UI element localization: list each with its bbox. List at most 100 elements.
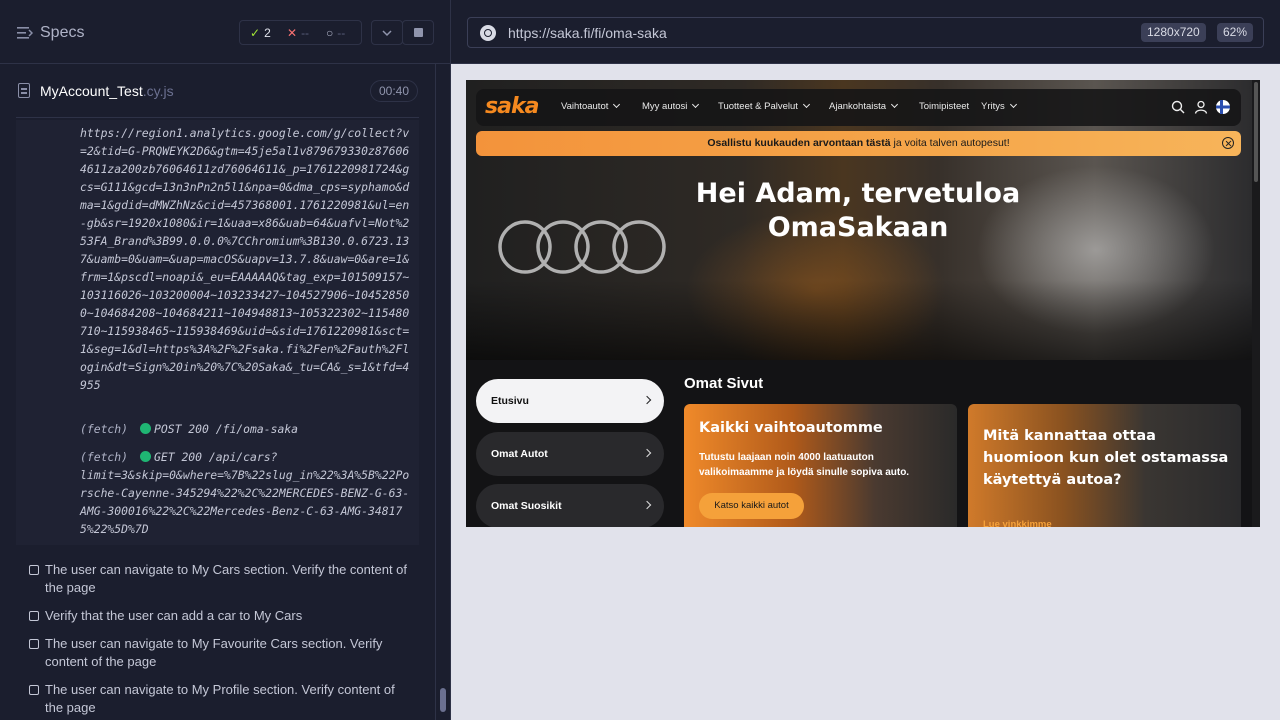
specs-header: Specs ✓ 2 ✕ -- ○ -- [0,0,450,64]
preview-topbar: https://saka.fi/fi/oma-saka 1280x720 62% [451,0,1280,64]
spec-file-ext: .cy.js [142,83,174,99]
document-icon [18,83,30,98]
collapse-button[interactable] [371,20,403,45]
failed-value: -- [301,26,310,40]
runner-scrollbar[interactable] [435,64,450,720]
website-frame: Hei Adam, tervetuloa OmaSakaan saka Vaiht… [466,80,1260,527]
preview-panel: https://saka.fi/fi/oma-saka 1280x720 62%… [451,0,1280,720]
nav-label: Ajankohtaista [829,101,887,112]
log-fetch-query: limit=3&skip=0&where=%7B%22slug_in%22%3A… [80,468,410,536]
nav-label: Toimipisteet [919,101,970,112]
globe-icon [480,25,496,41]
cross-icon: ✕ [287,26,298,40]
stop-icon [414,28,423,37]
site-scrollbar[interactable] [1252,80,1260,527]
site-navbar: saka Vaihtoautot Myy autosi Tuotteet & P… [476,89,1241,126]
nav-vaihtoautot[interactable]: Vaihtoautot [561,100,621,112]
test-item[interactable]: Verify that the user can add a car to My… [29,607,409,625]
pending-value: -- [337,26,346,40]
card-title: Kaikki vaihtoautomme [699,420,883,436]
log-fetch-label: (fetch) [80,450,129,464]
passed-count: ✓ 2 [250,26,271,40]
chevron-down-icon [692,100,700,109]
nav-toimipisteet[interactable]: Toimipisteet [919,101,969,112]
nav-ajankohtaista[interactable]: Ajankohtaista [829,100,899,112]
spec-duration: 00:40 [370,80,418,102]
site-scrollbar-thumb[interactable] [1254,82,1258,182]
log-fetch-post[interactable]: (fetch) POST 200 /fi/oma-saka [80,420,298,438]
sidebar-item-label: Etusivu [491,395,529,407]
checkbox-icon [29,639,39,649]
promo-banner-link[interactable]: Osallistu kuukauden arvontaan tästä [707,137,890,149]
hero-title-line1: Hei Adam, tervetuloa [695,178,1021,209]
runner-panel: Specs ✓ 2 ✕ -- ○ -- MyAccount_Test.cy.js 00… [0,0,451,720]
card-description: Tutustu laajaan noin 4000 laatuauton val… [699,452,910,478]
failed-count: ✕ -- [287,26,309,40]
chevron-right-icon [642,395,652,405]
test-title: The user can navigate to My Favourite Ca… [45,636,383,669]
card-title: Mitä kannattaa ottaa huomioon kun olet o… [983,428,1229,488]
url-bar[interactable]: https://saka.fi/fi/oma-saka 1280x720 62% [467,17,1264,48]
spec-file-basename: MyAccount_Test [40,83,143,99]
promo-banner-rest: ja voita talven autopesut! [890,137,1010,149]
nav-label: Tuotteet & Palvelut [718,101,798,112]
sidebar-item-etusivu[interactable]: Etusivu [476,379,664,423]
viewport-size-badge[interactable]: 1280x720 [1141,23,1206,42]
finnish-flag-icon[interactable] [1216,100,1230,114]
view-all-cars-button[interactable]: Katso kaikki autot [699,493,804,519]
hero-title: Hei Adam, tervetuloa OmaSakaan [686,177,1030,245]
spec-file-row[interactable]: MyAccount_Test.cy.js 00:40 [16,66,419,118]
user-icon[interactable] [1194,100,1208,114]
chevron-down-icon [382,30,392,37]
saka-logo[interactable]: saka [485,94,539,120]
stop-button[interactable] [402,20,434,45]
read-tips-link[interactable]: Lue vinkkimme [983,519,1052,527]
zoom-badge[interactable]: 62% [1217,23,1254,42]
pending-count: ○ -- [326,26,345,40]
nav-label: Myy autosi [642,101,688,112]
search-icon[interactable] [1171,100,1185,114]
sidebar-item-omat-autot[interactable]: Omat Autot [476,432,664,476]
specs-list-icon[interactable] [17,26,33,40]
spec-file-name: MyAccount_Test.cy.js [40,83,174,99]
status-dot-icon [140,451,152,462]
nav-tuotteet-palvelut[interactable]: Tuotteet & Palvelut [718,100,810,112]
checkbox-icon [29,611,39,621]
command-log: https://region1.analytics.google.com/g/c… [16,120,419,545]
car-logo-image [498,220,666,274]
log-fetch-text: POST 200 /fi/oma-saka [154,422,299,436]
promo-banner[interactable]: Osallistu kuukauden arvontaan tästä ja v… [476,131,1241,156]
test-title: Verify that the user can add a car to My… [45,608,303,623]
test-stats: ✓ 2 ✕ -- ○ -- [239,20,362,45]
promo-banner-text: Osallistu kuukauden arvontaan tästä ja v… [476,137,1241,149]
nav-label: Yritys [981,101,1005,112]
close-icon[interactable] [1222,137,1234,149]
runner-scrollbar-thumb[interactable] [440,688,446,712]
chevron-down-icon [802,100,810,109]
chevron-down-icon [891,100,899,109]
chevron-right-icon [642,500,652,510]
nav-yritys[interactable]: Yritys [981,100,1017,112]
passed-value: 2 [264,26,271,40]
log-url-entry[interactable]: https://region1.analytics.google.com/g/c… [80,124,415,394]
checkbox-icon [29,685,39,695]
hero-title-line2: OmaSakaan [767,212,949,243]
sidebar-item-omat-suosikit[interactable]: Omat Suosikit [476,484,664,527]
card-buying-tips[interactable]: Mitä kannattaa ottaa huomioon kun olet o… [968,404,1241,527]
chevron-right-icon [642,448,652,458]
test-item[interactable]: The user can navigate to My Profile sect… [29,681,409,717]
nav-myy-autosi[interactable]: Myy autosi [642,100,700,112]
specs-title[interactable]: Specs [40,24,84,42]
log-fetch-get[interactable]: (fetch) GET 200 /api/cars? limit=3&skip=0&… [80,448,415,538]
chevron-down-icon [613,100,621,109]
chevron-down-icon [1009,100,1017,109]
log-fetch-text: GET 200 /api/cars? [154,450,278,464]
url-text: https://saka.fi/fi/oma-saka [508,25,667,41]
check-icon: ✓ [250,26,261,40]
test-item[interactable]: The user can navigate to My Cars section… [29,561,409,597]
test-item[interactable]: The user can navigate to My Favourite Ca… [29,635,409,671]
nav-label: Vaihtoautot [561,101,609,112]
section-title: Omat Sivut [684,375,764,392]
checkbox-icon [29,565,39,575]
card-all-cars: Kaikki vaihtoautomme Tutustu laajaan noi… [684,404,957,527]
